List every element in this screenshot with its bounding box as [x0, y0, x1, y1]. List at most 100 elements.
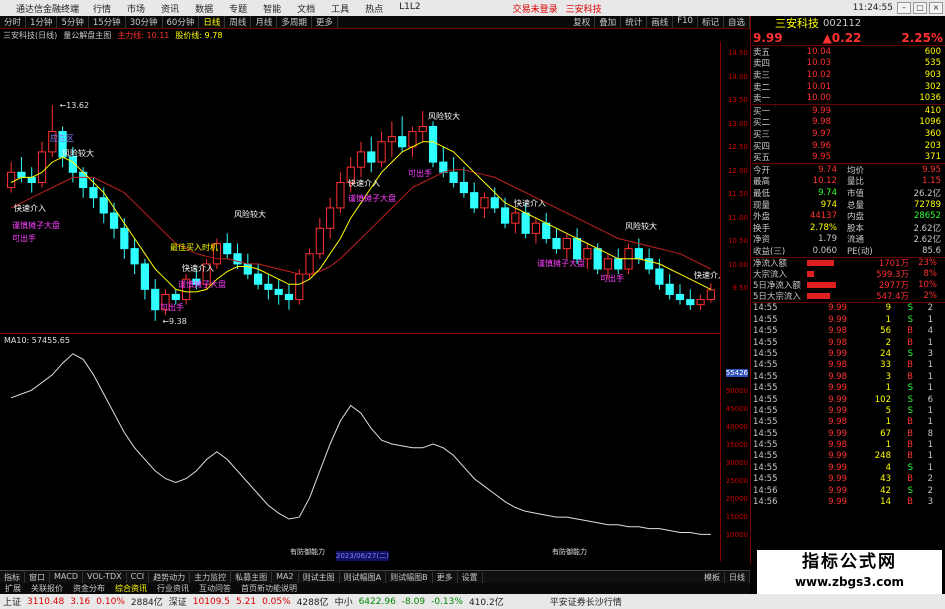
menu-item-2[interactable]: 资讯 [153, 2, 187, 15]
toolbar-item-2[interactable]: 统计 [621, 16, 648, 28]
indicator-tab-3[interactable]: VOL-TDX [83, 571, 127, 583]
vol-tick: 55426 [725, 369, 748, 377]
menu-item-0[interactable]: 行情 [85, 2, 119, 15]
footer-tab-5[interactable]: 互动问答 [194, 583, 236, 594]
footer-tab-4[interactable]: 行业资讯 [152, 583, 194, 594]
broker[interactable]: 平安证券长沙行情 [547, 595, 625, 608]
toolbar-item-3[interactable]: 画线 [647, 16, 674, 28]
volume-svg[interactable] [0, 334, 720, 561]
tick-volume: 2 [885, 337, 891, 348]
period-tab-10[interactable]: 更多 [312, 16, 338, 28]
signal-label: 快速介入 [694, 270, 720, 280]
menu-item-7[interactable]: 工具 [323, 2, 357, 15]
flow-pct: 2% [923, 291, 938, 302]
footer-tab-0[interactable]: 扩展 [0, 583, 26, 594]
indicator-tab-8[interactable]: MA2 [272, 571, 299, 583]
indicator-tab-9[interactable]: 则试主图 [299, 571, 340, 583]
bid-volume: 410 [924, 105, 941, 116]
tick-list[interactable]: 14:55 9.99 9 S 2 14:55 9.99 1 S 1 14:55 9.98 56 B 4 14:… [751, 303, 945, 508]
ask-row-4[interactable]: 卖二 10.01 302 [751, 81, 945, 93]
indicator-tab-13[interactable]: 设置 [458, 571, 483, 583]
footer-tab-2[interactable]: 资金分布 [68, 583, 110, 594]
toolbar-item-5[interactable]: 标记 [698, 16, 724, 28]
bid-row-1[interactable]: 买一 9.99 410 [751, 105, 945, 117]
bottom-right-1[interactable]: 日线 [725, 571, 750, 583]
ask-row-3[interactable]: 卖三 10.02 903 [751, 69, 945, 81]
bottom-right-0[interactable]: 模板 [700, 571, 725, 583]
tick-price: 9.99 [828, 405, 847, 416]
period-tab-3[interactable]: 15分钟 [89, 16, 126, 28]
bid-row-3[interactable]: 买三 9.97 360 [751, 128, 945, 140]
login-alert[interactable]: 交易未登录 [509, 2, 562, 15]
price-pct: 2.25% [901, 30, 943, 45]
indicator-tab-2[interactable]: MACD [50, 571, 83, 583]
indicator-tab-11[interactable]: 则试幅图B [386, 571, 433, 583]
menu-item-4[interactable]: 专题 [221, 2, 255, 15]
tick-count: 1 [927, 462, 933, 473]
kline-chart[interactable]: ←13.62 ←9.38 快速介入 谨慎摊子大盘 可出手 风险较大 应在区 快速介入 谨慎摊子大… [0, 41, 726, 331]
footer-tab-6[interactable]: 首页新功能说明 [236, 583, 302, 594]
ask-volume: 302 [924, 81, 941, 92]
flow-bar-track [807, 282, 865, 289]
minimize-icon[interactable]: – [897, 2, 911, 14]
ask-row-5[interactable]: 卖一 10.00 1036 [751, 92, 945, 104]
signal-label: 快速介入 [14, 203, 46, 213]
close-icon[interactable]: × [929, 2, 943, 14]
period-tab-9[interactable]: 多周期 [277, 16, 312, 28]
stock-alert[interactable]: 三安科技 [562, 2, 606, 15]
period-tab-5[interactable]: 60分钟 [163, 16, 200, 28]
indicator-name[interactable]: 量公解盘主图 [63, 30, 111, 41]
menu-item-3[interactable]: 数据 [187, 2, 221, 15]
tick-side: S [907, 485, 913, 496]
indicator-tab-0[interactable]: 指标 [0, 571, 25, 583]
toolbar-item-0[interactable]: 复权 [569, 16, 596, 28]
ask-row-2[interactable]: 卖四 10.03 535 [751, 58, 945, 69]
toolbar-item-6[interactable]: 自选 [724, 16, 750, 28]
menu-item-8[interactable]: 热点 [357, 2, 391, 15]
zx-name: 中小 [334, 598, 353, 608]
indicator-tab-4[interactable]: CCI [127, 571, 150, 583]
indicator-tab-10[interactable]: 则试幅图A [340, 571, 387, 583]
toolbar-item-1[interactable]: 叠加 [595, 16, 622, 28]
ask-row-1[interactable]: 卖五 10.04 600 [751, 46, 945, 58]
toolbar-item-4[interactable]: F10 [673, 16, 698, 28]
tick-volume: 43 [880, 474, 891, 485]
period-tab-2[interactable]: 5分钟 [57, 16, 89, 28]
indicator-tab-1[interactable]: 窗口 [25, 571, 50, 583]
flow-row: 5日大宗流入 547.4万 2% [751, 291, 945, 302]
period-tab-6[interactable]: 日线 [199, 16, 226, 28]
menu-item-9[interactable]: L1L2 [391, 2, 428, 15]
ask-price: 10.04 [806, 46, 831, 57]
footer-tab-3[interactable]: 综合资讯 [110, 583, 152, 594]
period-tab-4[interactable]: 30分钟 [126, 16, 163, 28]
indicator-tab-7[interactable]: 私募主图 [231, 571, 273, 583]
tick-time: 14:55 [753, 360, 778, 371]
footer-tab-1[interactable]: 关联报价 [26, 583, 68, 594]
bid-row-4[interactable]: 买四 9.96 203 [751, 140, 945, 152]
low-price-label: ←9.38 [162, 317, 187, 326]
signal-label: 最佳买入时机 [170, 242, 218, 252]
stock-name[interactable]: 三安科技 [751, 15, 823, 31]
period-tab-7[interactable]: 周线 [225, 16, 252, 28]
kline-svg[interactable]: ←13.62←9.38快速介入谨慎摊子大盘可出手风险较大应在区快速介入谨慎摊子大… [0, 41, 726, 331]
menu-item-5[interactable]: 智能 [255, 2, 289, 15]
price-tick: 12.00 [727, 166, 748, 175]
stock-code: 002112 [823, 17, 862, 29]
maximize-icon[interactable]: □ [913, 2, 927, 14]
indicator-tab-5[interactable]: 趋势动力 [149, 571, 191, 583]
info-key: 最高 [753, 177, 771, 188]
candle-body [305, 253, 314, 275]
period-tab-0[interactable]: 分时 [0, 16, 27, 28]
indicator-tab-12[interactable]: 更多 [433, 571, 458, 583]
signal-label: 应在区 [50, 133, 74, 143]
menu-item-1[interactable]: 市场 [119, 2, 153, 15]
volume-indicator-panel[interactable]: MA10: 57455.65 [0, 333, 720, 560]
info-key: 收益(三) [753, 246, 786, 257]
indicator-tab-6[interactable]: 主力监控 [190, 571, 232, 583]
period-tab-8[interactable]: 月线 [251, 16, 278, 28]
bid-row-5[interactable]: 买五 9.95 371 [751, 151, 945, 163]
menu-item-6[interactable]: 文档 [289, 2, 323, 15]
bid-row-2[interactable]: 买二 9.98 1096 [751, 117, 945, 128]
period-tab-1[interactable]: 1分钟 [26, 16, 58, 28]
footer-tabs: 扩展 关联报价 资金分布 综合资讯 行业资讯 互动问答 首页新功能说明 [0, 583, 750, 594]
